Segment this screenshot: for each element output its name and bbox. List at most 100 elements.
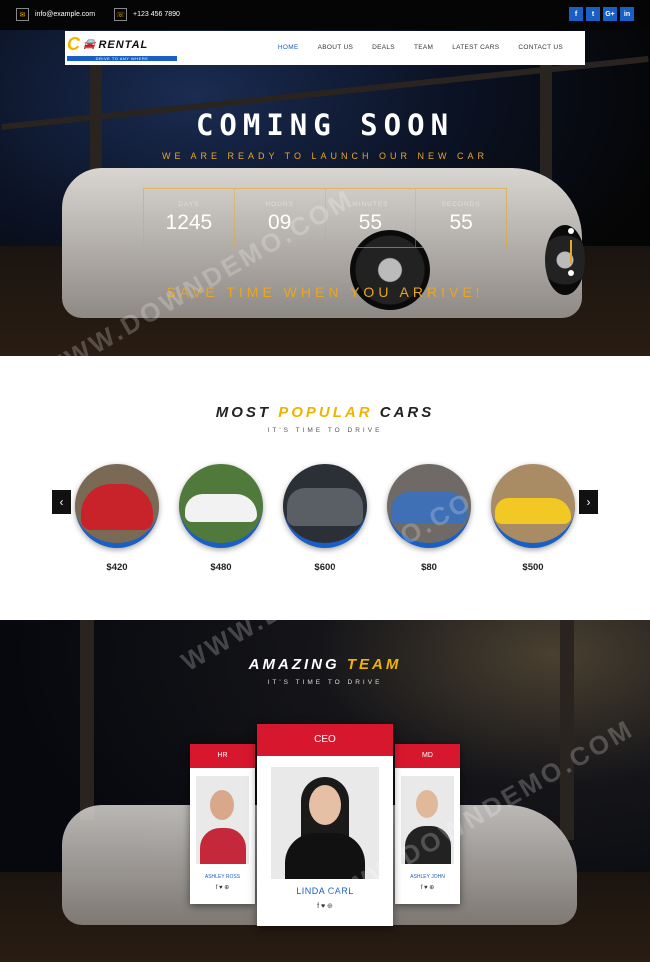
team-title-part: AMAZING <box>248 656 340 673</box>
portrait-body <box>200 828 246 864</box>
hero-title: COMING SOON <box>195 108 455 142</box>
countdown-minutes: MINUTES 55 <box>326 189 417 247</box>
popular-title-highlight: POPULAR <box>278 404 373 421</box>
slider-dot[interactable] <box>568 228 574 234</box>
slider-dot-active[interactable] <box>570 240 572 264</box>
popular-title-part: MOST <box>215 404 272 421</box>
portrait-head <box>210 790 234 820</box>
team-member-name: ASHLEY JOHN <box>410 874 445 880</box>
nav-contact-us[interactable]: CONTACT US <box>518 44 563 51</box>
slider-pagination <box>566 228 576 282</box>
team-member-social[interactable]: f ♥ ⊕ <box>190 884 255 891</box>
car-price: $80 <box>421 562 437 573</box>
car-body <box>81 484 153 530</box>
popular-subtitle: IT'S TIME TO DRIVE <box>267 427 383 434</box>
nav-deals[interactable]: DEALS <box>372 44 395 51</box>
car-card[interactable]: $420 <box>74 464 160 573</box>
team-member-photo <box>401 776 454 864</box>
team-card-ceo[interactable]: CEO LINDA CARL f ♥ ⊕ <box>257 724 393 926</box>
countdown-label: SECONDS <box>441 201 481 208</box>
portrait-head <box>309 785 341 825</box>
countdown-value: 1245 <box>165 211 213 234</box>
portrait-head <box>416 790 438 818</box>
popular-cars-section: MOST POPULAR CARS IT'S TIME TO DRIVE ‹ ›… <box>0 356 650 620</box>
car-price: $600 <box>314 562 336 573</box>
car-icon: 🚘 <box>83 39 97 50</box>
car-body <box>287 488 363 526</box>
bridge-beam <box>80 620 94 820</box>
linkedin-icon[interactable]: in <box>620 7 634 21</box>
popular-title-part: CARS <box>379 404 435 421</box>
hero-tagline: SAVE TIME WHEN YOU ARRIVE! <box>166 284 484 300</box>
portrait-body <box>285 833 365 879</box>
car-photo <box>179 464 263 548</box>
car-card[interactable]: $480 <box>178 464 264 573</box>
countdown-days: DAYS 1245 <box>144 189 235 247</box>
team-member-social[interactable]: f ♥ ⊕ <box>395 884 460 891</box>
team-subtitle: IT'S TIME TO DRIVE <box>267 679 383 686</box>
car-body <box>185 494 257 522</box>
team-title: AMAZING TEAM <box>0 656 650 673</box>
phone-text: +123 456 7890 <box>133 11 180 18</box>
nav-latest-cars[interactable]: LATEST CARS <box>452 44 499 51</box>
hero-subtitle: WE ARE READY TO LAUNCH OUR NEW CAR <box>161 151 489 161</box>
countdown-hours: HOURS 09 <box>235 189 326 247</box>
car-body <box>391 492 467 524</box>
portrait-body <box>405 826 451 864</box>
countdown-value: 55 <box>358 211 383 234</box>
countdown-seconds: SECONDS 55 <box>416 189 506 247</box>
team-member-name: ASHLEY ROSS <box>204 874 241 880</box>
google-plus-icon[interactable]: G+ <box>603 7 617 21</box>
countdown-timer: DAYS 1245 HOURS 09 MINUTES 55 SECONDS 55 <box>143 188 507 248</box>
logo-text: RENTAL <box>98 38 149 51</box>
carousel-prev-button[interactable]: ‹ <box>52 490 71 514</box>
email-icon: ✉ <box>16 8 29 21</box>
team-role: CEO <box>257 724 393 756</box>
main-menu: HOME ABOUT US DEALS TEAM LATEST CARS CON… <box>278 44 563 51</box>
email-text: info@example.com <box>35 11 96 18</box>
team-role: MD <box>395 744 460 768</box>
car-photo <box>283 464 367 548</box>
popular-title: MOST POPULAR CARS <box>0 404 650 421</box>
navbar: C 🚘 RENTAL DRIVE TO ANY WHERE HOME ABOUT… <box>65 31 585 65</box>
team-card-hr[interactable]: HR ASHLEY ROSS f ♥ ⊕ <box>190 744 255 904</box>
team-member-social[interactable]: f ♥ ⊕ <box>257 902 393 910</box>
car-body <box>495 498 571 524</box>
countdown-label: DAYS <box>178 201 200 208</box>
countdown-value: 09 <box>267 211 292 234</box>
team-section: AMAZING TEAM IT'S TIME TO DRIVE HR ASHLE… <box>0 620 650 962</box>
facebook-icon[interactable]: f <box>569 7 583 21</box>
email-contact[interactable]: ✉ info@example.com <box>16 8 95 21</box>
car-price: $480 <box>210 562 232 573</box>
carousel-next-button[interactable]: › <box>579 490 598 514</box>
team-member-photo <box>271 767 379 879</box>
team-member-photo <box>196 776 249 864</box>
car-photo <box>491 464 575 548</box>
car-card[interactable]: $80 <box>386 464 472 573</box>
nav-about-us[interactable]: ABOUT US <box>318 44 354 51</box>
car-photo <box>387 464 471 548</box>
top-bar: ✉ info@example.com ☏ +123 456 7890 f t G… <box>0 0 650 30</box>
twitter-icon[interactable]: t <box>586 7 600 21</box>
team-card-md[interactable]: MD ASHLEY JOHN f ♥ ⊕ <box>395 744 460 904</box>
team-title-highlight: TEAM <box>346 656 402 673</box>
nav-home[interactable]: HOME <box>278 44 299 51</box>
site-logo[interactable]: C 🚘 RENTAL DRIVE TO ANY WHERE <box>67 34 179 62</box>
social-links: f t G+ in <box>569 7 634 21</box>
nav-team[interactable]: TEAM <box>414 44 433 51</box>
countdown-label: HOURS <box>265 201 294 208</box>
logo-tagline: DRIVE TO ANY WHERE <box>67 56 177 61</box>
car-price: $420 <box>106 562 128 573</box>
car-card[interactable]: $600 <box>282 464 368 573</box>
countdown-label: MINUTES <box>352 201 389 208</box>
car-card[interactable]: $500 <box>490 464 576 573</box>
logo-letter: C <box>67 34 81 54</box>
car-price: $500 <box>522 562 544 573</box>
slider-dot[interactable] <box>568 270 574 276</box>
hero-section: C 🚘 RENTAL DRIVE TO ANY WHERE HOME ABOUT… <box>0 30 650 356</box>
countdown-value: 55 <box>449 211 473 234</box>
bridge-beam <box>560 620 574 840</box>
phone-contact[interactable]: ☏ +123 456 7890 <box>114 8 180 21</box>
car-photo <box>75 464 159 548</box>
team-role: HR <box>190 744 255 768</box>
